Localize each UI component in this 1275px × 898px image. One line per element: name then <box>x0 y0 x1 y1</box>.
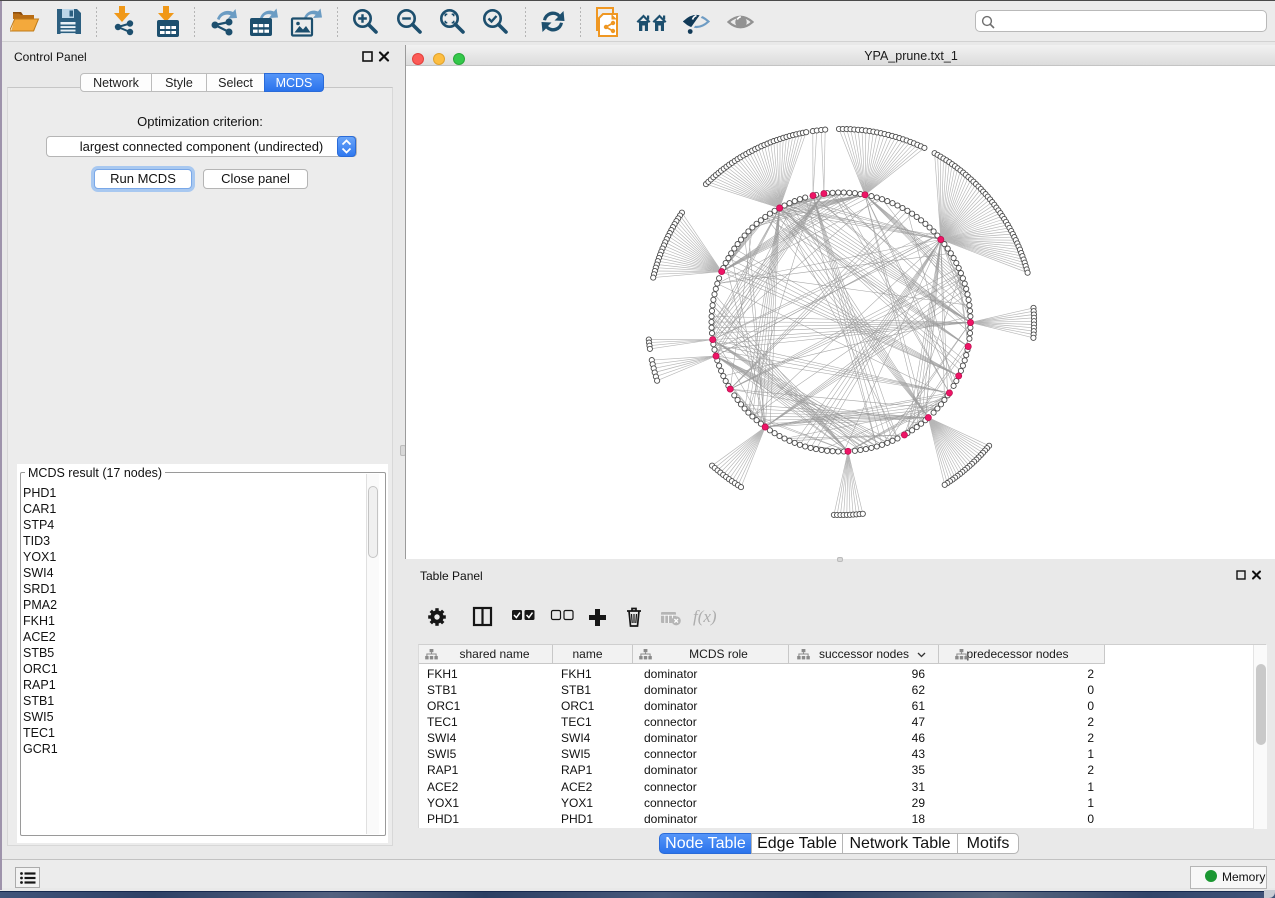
svg-text:f(x): f(x) <box>693 607 717 626</box>
